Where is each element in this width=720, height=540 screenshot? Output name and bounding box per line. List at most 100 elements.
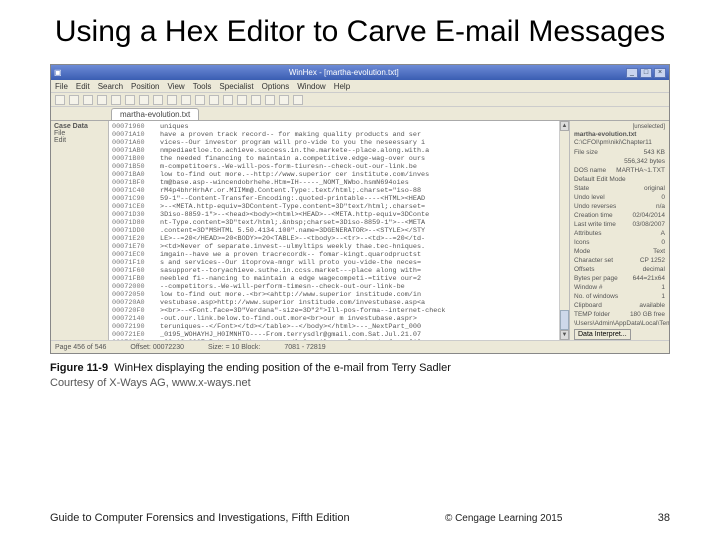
detail-value: Text bbox=[653, 247, 665, 256]
toolbar-icon[interactable] bbox=[167, 95, 177, 105]
menu-help[interactable]: Help bbox=[334, 82, 350, 91]
toolbar-icon[interactable] bbox=[69, 95, 79, 105]
offset-col: 00071CE0 bbox=[112, 203, 160, 211]
hex-row[interactable]: 000720F0><br>--<Font.face=3D"Verdana"-si… bbox=[112, 307, 556, 315]
hex-row[interactable]: 00071BF0tm@base.asp--wincendobrhehe.Htm=… bbox=[112, 179, 556, 187]
hex-row[interactable]: 00071D303Diso-8859-1">--<head><body><htm… bbox=[112, 211, 556, 219]
offset-col: 000720A0 bbox=[112, 299, 160, 307]
scroll-down-icon[interactable]: ▼ bbox=[560, 330, 569, 340]
detail-value: \Users\Admin\AppData\Local\Temp bbox=[574, 319, 669, 328]
hex-row[interactable]: 00071C9059-1"--Content-Transfer-Encoding… bbox=[112, 195, 556, 203]
toolbar-icon[interactable] bbox=[139, 95, 149, 105]
menu-position[interactable]: Position bbox=[131, 82, 159, 91]
close-button[interactable]: × bbox=[654, 68, 666, 78]
winhex-window: ▣ WinHex - [martha-evolution.txt] _ □ × … bbox=[50, 64, 670, 354]
detail-key: Character set bbox=[574, 256, 613, 265]
left-item[interactable]: File bbox=[54, 130, 105, 137]
hex-row[interactable]: 00071BA0low to-find out more.--http://ww… bbox=[112, 171, 556, 179]
data-interpreter-button[interactable]: Data Interpret... bbox=[574, 329, 631, 340]
hex-row[interactable]: 00071960uniques bbox=[112, 123, 556, 131]
hex-row[interactable]: 00072000--competitors.-We-will-perform-t… bbox=[112, 283, 556, 291]
toolbar-icon[interactable] bbox=[279, 95, 289, 105]
hex-view[interactable]: 00071960uniques00071A10have a proven tra… bbox=[109, 121, 559, 340]
menu-options[interactable]: Options bbox=[262, 82, 290, 91]
status-bar: Page 456 of 546 Offset: 00072230 Size: =… bbox=[51, 340, 669, 353]
detail-value: 644=21x64 bbox=[633, 274, 665, 283]
hex-row[interactable]: 00071B50m-competitoers.-We-will-pos-form… bbox=[112, 163, 556, 171]
toolbar-icon[interactable] bbox=[125, 95, 135, 105]
detail-folder: C:\CFOI\pm\niki\Chapter11 bbox=[574, 139, 665, 146]
hex-row[interactable]: 00071A60vices--Our investor program will… bbox=[112, 139, 556, 147]
offset-col: 00072050 bbox=[112, 291, 160, 299]
hex-row[interactable]: 00071E70><td>Never of separate.invest--u… bbox=[112, 243, 556, 251]
text-col: .content=3D"MSHTML 5.50.4134.100".name=3… bbox=[160, 227, 556, 235]
maximize-button[interactable]: □ bbox=[640, 68, 652, 78]
detail-row: Undo level0 bbox=[574, 193, 665, 202]
status-offset-label: Offset: bbox=[130, 344, 151, 351]
detail-key: Creation time bbox=[574, 211, 613, 220]
figure-screenshot: ▣ WinHex - [martha-evolution.txt] _ □ × … bbox=[50, 64, 670, 354]
toolbar-icon[interactable] bbox=[153, 95, 163, 105]
toolbar-icon[interactable] bbox=[209, 95, 219, 105]
detail-row: Bytes per page644=21x64 bbox=[574, 274, 665, 283]
vertical-scrollbar[interactable]: ▲ ▼ bbox=[559, 121, 569, 340]
hex-row[interactable]: 00072190teruniques--</Font></td></table>… bbox=[112, 323, 556, 331]
toolbar-icon[interactable] bbox=[195, 95, 205, 105]
menu-specialist[interactable]: Specialist bbox=[219, 82, 253, 91]
menu-file[interactable]: File bbox=[55, 82, 68, 91]
menu-bar: File Edit Search Position View Tools Spe… bbox=[51, 80, 669, 93]
title-bar: ▣ WinHex - [martha-evolution.txt] _ □ × bbox=[51, 65, 669, 80]
menu-view[interactable]: View bbox=[168, 82, 185, 91]
text-col: have a proven track record-- for making … bbox=[160, 131, 556, 139]
toolbar-icon[interactable] bbox=[181, 95, 191, 105]
figure-caption: Figure 11-9 WinHex displaying the ending… bbox=[50, 362, 670, 374]
offset-col: 000721E0 bbox=[112, 331, 160, 339]
hex-row[interactable]: 00071CE0>--<META.http-equiv=3DContent-Ty… bbox=[112, 203, 556, 211]
toolbar-icon[interactable] bbox=[265, 95, 275, 105]
toolbar-icon[interactable] bbox=[293, 95, 303, 105]
offset-col: 000720F0 bbox=[112, 307, 160, 315]
file-tab[interactable]: martha-evolution.txt bbox=[111, 108, 199, 120]
offset-col: 00071A60 bbox=[112, 139, 160, 147]
hex-row[interactable]: 000721E0_0195_WOHAYHJ_H0IMNHTO----From.t… bbox=[112, 331, 556, 339]
toolbar-icon[interactable] bbox=[237, 95, 247, 105]
menu-window[interactable]: Window bbox=[297, 82, 325, 91]
offset-col: 00071B50 bbox=[112, 163, 160, 171]
hex-row[interactable]: 00071C40rM4p4bhrHrhAr.or.MIIMm@.Content.… bbox=[112, 187, 556, 195]
detail-key: Icons bbox=[574, 238, 590, 247]
hex-row[interactable]: 00071F10s and services--Our itoprova-mng… bbox=[112, 259, 556, 267]
minimize-button[interactable]: _ bbox=[626, 68, 638, 78]
detail-value: A bbox=[661, 229, 665, 238]
menu-tools[interactable]: Tools bbox=[193, 82, 212, 91]
hex-row[interactable]: 00071B00the needed financing to maintain… bbox=[112, 155, 556, 163]
details-panel: [unselected] martha-evolution.txt C:\CFO… bbox=[569, 121, 669, 340]
detail-row: Stateoriginal bbox=[574, 184, 665, 193]
menu-search[interactable]: Search bbox=[98, 82, 123, 91]
toolbar-icon[interactable] bbox=[223, 95, 233, 105]
hex-row[interactable]: 00072140-out.our.link.below.to-find.out.… bbox=[112, 315, 556, 323]
detail-row: No. of windows1 bbox=[574, 292, 665, 301]
toolbar-icon[interactable] bbox=[251, 95, 261, 105]
hex-row[interactable]: 00071EC0imgain--have we a proven tracrec… bbox=[112, 251, 556, 259]
hex-row[interactable]: 00071A10have a proven track record-- for… bbox=[112, 131, 556, 139]
text-col: sasupporet--toryachieve.suthe.in.ccss.ma… bbox=[160, 267, 556, 275]
offset-col: 00071960 bbox=[112, 123, 160, 131]
figure-label: Figure 11-9 bbox=[50, 362, 108, 374]
offset-col: 00071C90 bbox=[112, 195, 160, 203]
hex-row[interactable]: 00071D80nt-Type.content=3D"text/html;.&n… bbox=[112, 219, 556, 227]
hex-row[interactable]: 00071E20LE>--=20</HEAD>=20<BODY>=20<TABL… bbox=[112, 235, 556, 243]
toolbar-icon[interactable] bbox=[83, 95, 93, 105]
scroll-up-icon[interactable]: ▲ bbox=[560, 121, 569, 131]
hex-row[interactable]: 00071DD0.content=3D"MSHTML 5.50.4134.100… bbox=[112, 227, 556, 235]
hex-row[interactable]: 00072050low to-find out more.-<br><ahttp… bbox=[112, 291, 556, 299]
left-item[interactable]: Edit bbox=[54, 137, 105, 144]
toolbar-icon[interactable] bbox=[55, 95, 65, 105]
toolbar-icon[interactable] bbox=[97, 95, 107, 105]
menu-edit[interactable]: Edit bbox=[76, 82, 90, 91]
scroll-thumb[interactable] bbox=[560, 310, 569, 330]
hex-row[interactable]: 00071AB0nmpediaetloe.to.achieve.success.… bbox=[112, 147, 556, 155]
hex-row[interactable]: 00071FB0neebled fi--nancing to maintain … bbox=[112, 275, 556, 283]
hex-row[interactable]: 00071F60sasupporet--toryachieve.suthe.in… bbox=[112, 267, 556, 275]
hex-row[interactable]: 000720A0vestubase.asp>http://www.superio… bbox=[112, 299, 556, 307]
toolbar-icon[interactable] bbox=[111, 95, 121, 105]
